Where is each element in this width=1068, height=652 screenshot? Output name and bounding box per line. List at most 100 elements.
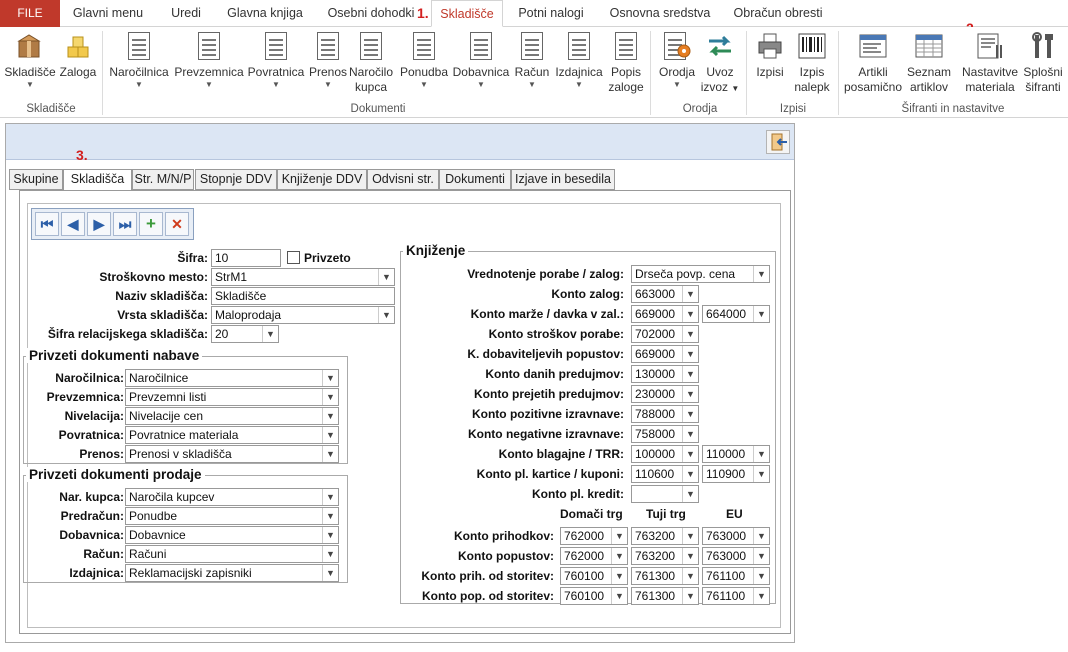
relacijsko-select[interactable]: 20 ▼: [211, 325, 279, 343]
nabava-row-select[interactable]: Prenosi v skladišča ▼: [125, 445, 339, 463]
stroskovno-mesto-select[interactable]: StrM1 ▼: [211, 268, 395, 286]
privzeto-checkbox[interactable]: [287, 251, 300, 264]
vrsta-label: Vrsta skladišča:: [117, 308, 208, 322]
tab-glavni-menu[interactable]: Glavni menu: [68, 0, 148, 27]
vrednotenje-label: Vrednotenje porabe / zalog:: [467, 267, 624, 281]
tab-dokumenti[interactable]: Dokumenti: [439, 169, 511, 190]
tab-uredi[interactable]: Uredi: [162, 0, 210, 27]
izpisi-button[interactable]: Izpisi: [750, 31, 790, 80]
skladisce-button[interactable]: Skladišče ▼: [3, 31, 57, 90]
nabava-row-select[interactable]: Povratnice materiala ▼: [125, 426, 339, 444]
matrix-cell-select[interactable]: 763200 ▼: [631, 547, 699, 565]
konto-blagajne-select[interactable]: 100000 ▼: [631, 445, 699, 463]
matrix-cell-select[interactable]: 762000 ▼: [560, 547, 628, 565]
orodja-button[interactable]: Orodja ▼: [654, 31, 700, 90]
matrix-cell-select[interactable]: 760100 ▼: [560, 567, 628, 585]
tab-osebni-dohodki[interactable]: Osebni dohodki: [322, 0, 420, 27]
konto-stroskov-select[interactable]: 702000 ▼: [631, 325, 699, 343]
prevzemnica-button[interactable]: Prevzemnica ▼: [173, 31, 245, 90]
tab-str-mnp[interactable]: Str. M/N/P: [132, 169, 194, 190]
knjizenje-title: Knjiženje: [403, 243, 469, 258]
matrix-cell-select[interactable]: 761100 ▼: [702, 567, 770, 585]
tab-skladisce[interactable]: Skladišče: [431, 0, 503, 27]
tab-izjave-in-besedila[interactable]: Izjave in besedila: [511, 169, 615, 190]
konto-kartice-select[interactable]: 110600 ▼: [631, 465, 699, 483]
matrix-cell-select[interactable]: 761300 ▼: [631, 567, 699, 585]
konto-zalog-select[interactable]: 663000 ▼: [631, 285, 699, 303]
group-skladisce-label: Skladišče: [26, 103, 76, 115]
matrix-cell-select[interactable]: 763000 ▼: [702, 527, 770, 545]
prenos-button[interactable]: Prenos ▼: [307, 31, 349, 90]
konto-pozitivne-select[interactable]: 788000 ▼: [631, 405, 699, 423]
dobavnica-button[interactable]: Dobavnica ▼: [451, 31, 511, 90]
previous-record-button[interactable]: ◀: [61, 212, 85, 236]
skladisce-label: Skladišče: [4, 65, 56, 79]
next-record-button[interactable]: ▶: [87, 212, 111, 236]
prodaja-row-label: Izdajnica:: [69, 566, 124, 580]
document-icon: [194, 31, 224, 61]
prodaja-row-select[interactable]: Dobavnice ▼: [125, 526, 339, 544]
tab-file[interactable]: FILE: [0, 0, 60, 27]
swap-arrows-icon: [705, 31, 735, 61]
delete-record-button[interactable]: ✕: [165, 212, 189, 236]
vrsta-select[interactable]: Maloprodaja ▼: [211, 306, 395, 324]
tab-obracun-obresti[interactable]: Obračun obresti: [726, 0, 830, 27]
dropdown-arrow-icon: ▼: [673, 80, 681, 89]
popis-zaloge-button[interactable]: Popis zaloge: [606, 31, 646, 95]
konto-marze-select[interactable]: 669000 ▼: [631, 305, 699, 323]
konto-kartice-select[interactable]: 110900 ▼: [702, 465, 770, 483]
tab-osnovna-sredstva[interactable]: Osnovna sredstva: [604, 0, 716, 27]
nabava-row-select[interactable]: Prevzemni listi ▼: [125, 388, 339, 406]
konto-prejetih-predujmov-select[interactable]: 230000 ▼: [631, 385, 699, 403]
last-record-button[interactable]: ⏭: [113, 212, 137, 236]
tab-potni-nalogi[interactable]: Potni nalogi: [512, 0, 590, 27]
seznam-artiklov-button[interactable]: Seznam artiklov: [904, 31, 954, 95]
narocilnica-button[interactable]: Naročilnica ▼: [106, 31, 172, 90]
matrix-cell-select[interactable]: 763200 ▼: [631, 527, 699, 545]
konto-marze-select[interactable]: 664000 ▼: [702, 305, 770, 323]
racun-button[interactable]: Račun ▼: [513, 31, 551, 90]
prevzemnica-label: Prevzemnica: [174, 65, 244, 79]
matrix-cell-select[interactable]: 760100 ▼: [560, 587, 628, 605]
konto-blagajne-select[interactable]: 110000 ▼: [702, 445, 770, 463]
konto-danih-predujmov-select[interactable]: 130000 ▼: [631, 365, 699, 383]
matrix-cell-select[interactable]: 761300 ▼: [631, 587, 699, 605]
izdajnica-button[interactable]: Izdajnica ▼: [553, 31, 605, 90]
ribbon: Skladišče ▼ Zaloga Skladišče Naročilnica…: [0, 27, 1068, 118]
nabava-row-select[interactable]: Nivelacije cen ▼: [125, 407, 339, 425]
narocilo-kupca-button[interactable]: Naročilo kupca: [346, 31, 396, 95]
naziv-input[interactable]: Skladišče: [211, 287, 395, 305]
nabava-row-select[interactable]: Naročilnice ▼: [125, 369, 339, 387]
prodaja-row-select[interactable]: Naročila kupcev ▼: [125, 488, 339, 506]
exit-button[interactable]: [766, 130, 790, 154]
tab-odvisni-str[interactable]: Odvisni str.: [367, 169, 439, 190]
prodaja-row-select[interactable]: Ponudbe ▼: [125, 507, 339, 525]
matrix-cell-select[interactable]: 763000 ▼: [702, 547, 770, 565]
tab-stopnje-ddv[interactable]: Stopnje DDV: [195, 169, 277, 190]
nastavitve-materiala-button[interactable]: Nastavitve materiala: [958, 31, 1022, 95]
konto-negativne-label: Konto negativne izravnave:: [467, 427, 624, 441]
prodaja-row-select[interactable]: Reklamacijski zapisniki ▼: [125, 564, 339, 582]
izpis-nalepk-button[interactable]: Izpis nalepk: [792, 31, 832, 95]
uvoz-izvoz-button[interactable]: Uvoz izvoz ▼: [700, 31, 740, 96]
artikli-posamicno-button[interactable]: Artikli posamično: [842, 31, 904, 95]
tab-glavna-knjiga[interactable]: Glavna knjiga: [222, 0, 308, 27]
konto-negativne-select[interactable]: 758000 ▼: [631, 425, 699, 443]
splosni-sifranti-button[interactable]: Splošni šifranti: [1021, 31, 1065, 95]
vrednotenje-select[interactable]: Drseča povp. cena ▼: [631, 265, 770, 283]
matrix-cell-select[interactable]: 762000 ▼: [560, 527, 628, 545]
tab-skupine[interactable]: Skupine: [9, 169, 63, 190]
add-record-button[interactable]: +: [139, 212, 163, 236]
ponudba-button[interactable]: Ponudba ▼: [398, 31, 450, 90]
tab-skladisca[interactable]: Skladišča: [63, 169, 132, 191]
povratnica-button[interactable]: Povratnica ▼: [245, 31, 307, 90]
zaloga-button[interactable]: Zaloga: [59, 31, 97, 80]
matrix-cell-select[interactable]: 761100 ▼: [702, 587, 770, 605]
first-record-button[interactable]: ⏮: [35, 212, 59, 236]
prodaja-row-select[interactable]: Računi ▼: [125, 545, 339, 563]
tab-knjizenje-ddv[interactable]: Knjiženje DDV: [277, 169, 367, 190]
konto-kredit-select[interactable]: ▼: [631, 485, 699, 503]
chevron-down-icon: ▼: [682, 286, 698, 302]
sifra-input[interactable]: 10: [211, 249, 281, 267]
konto-dobav-popustov-select[interactable]: 669000 ▼: [631, 345, 699, 363]
